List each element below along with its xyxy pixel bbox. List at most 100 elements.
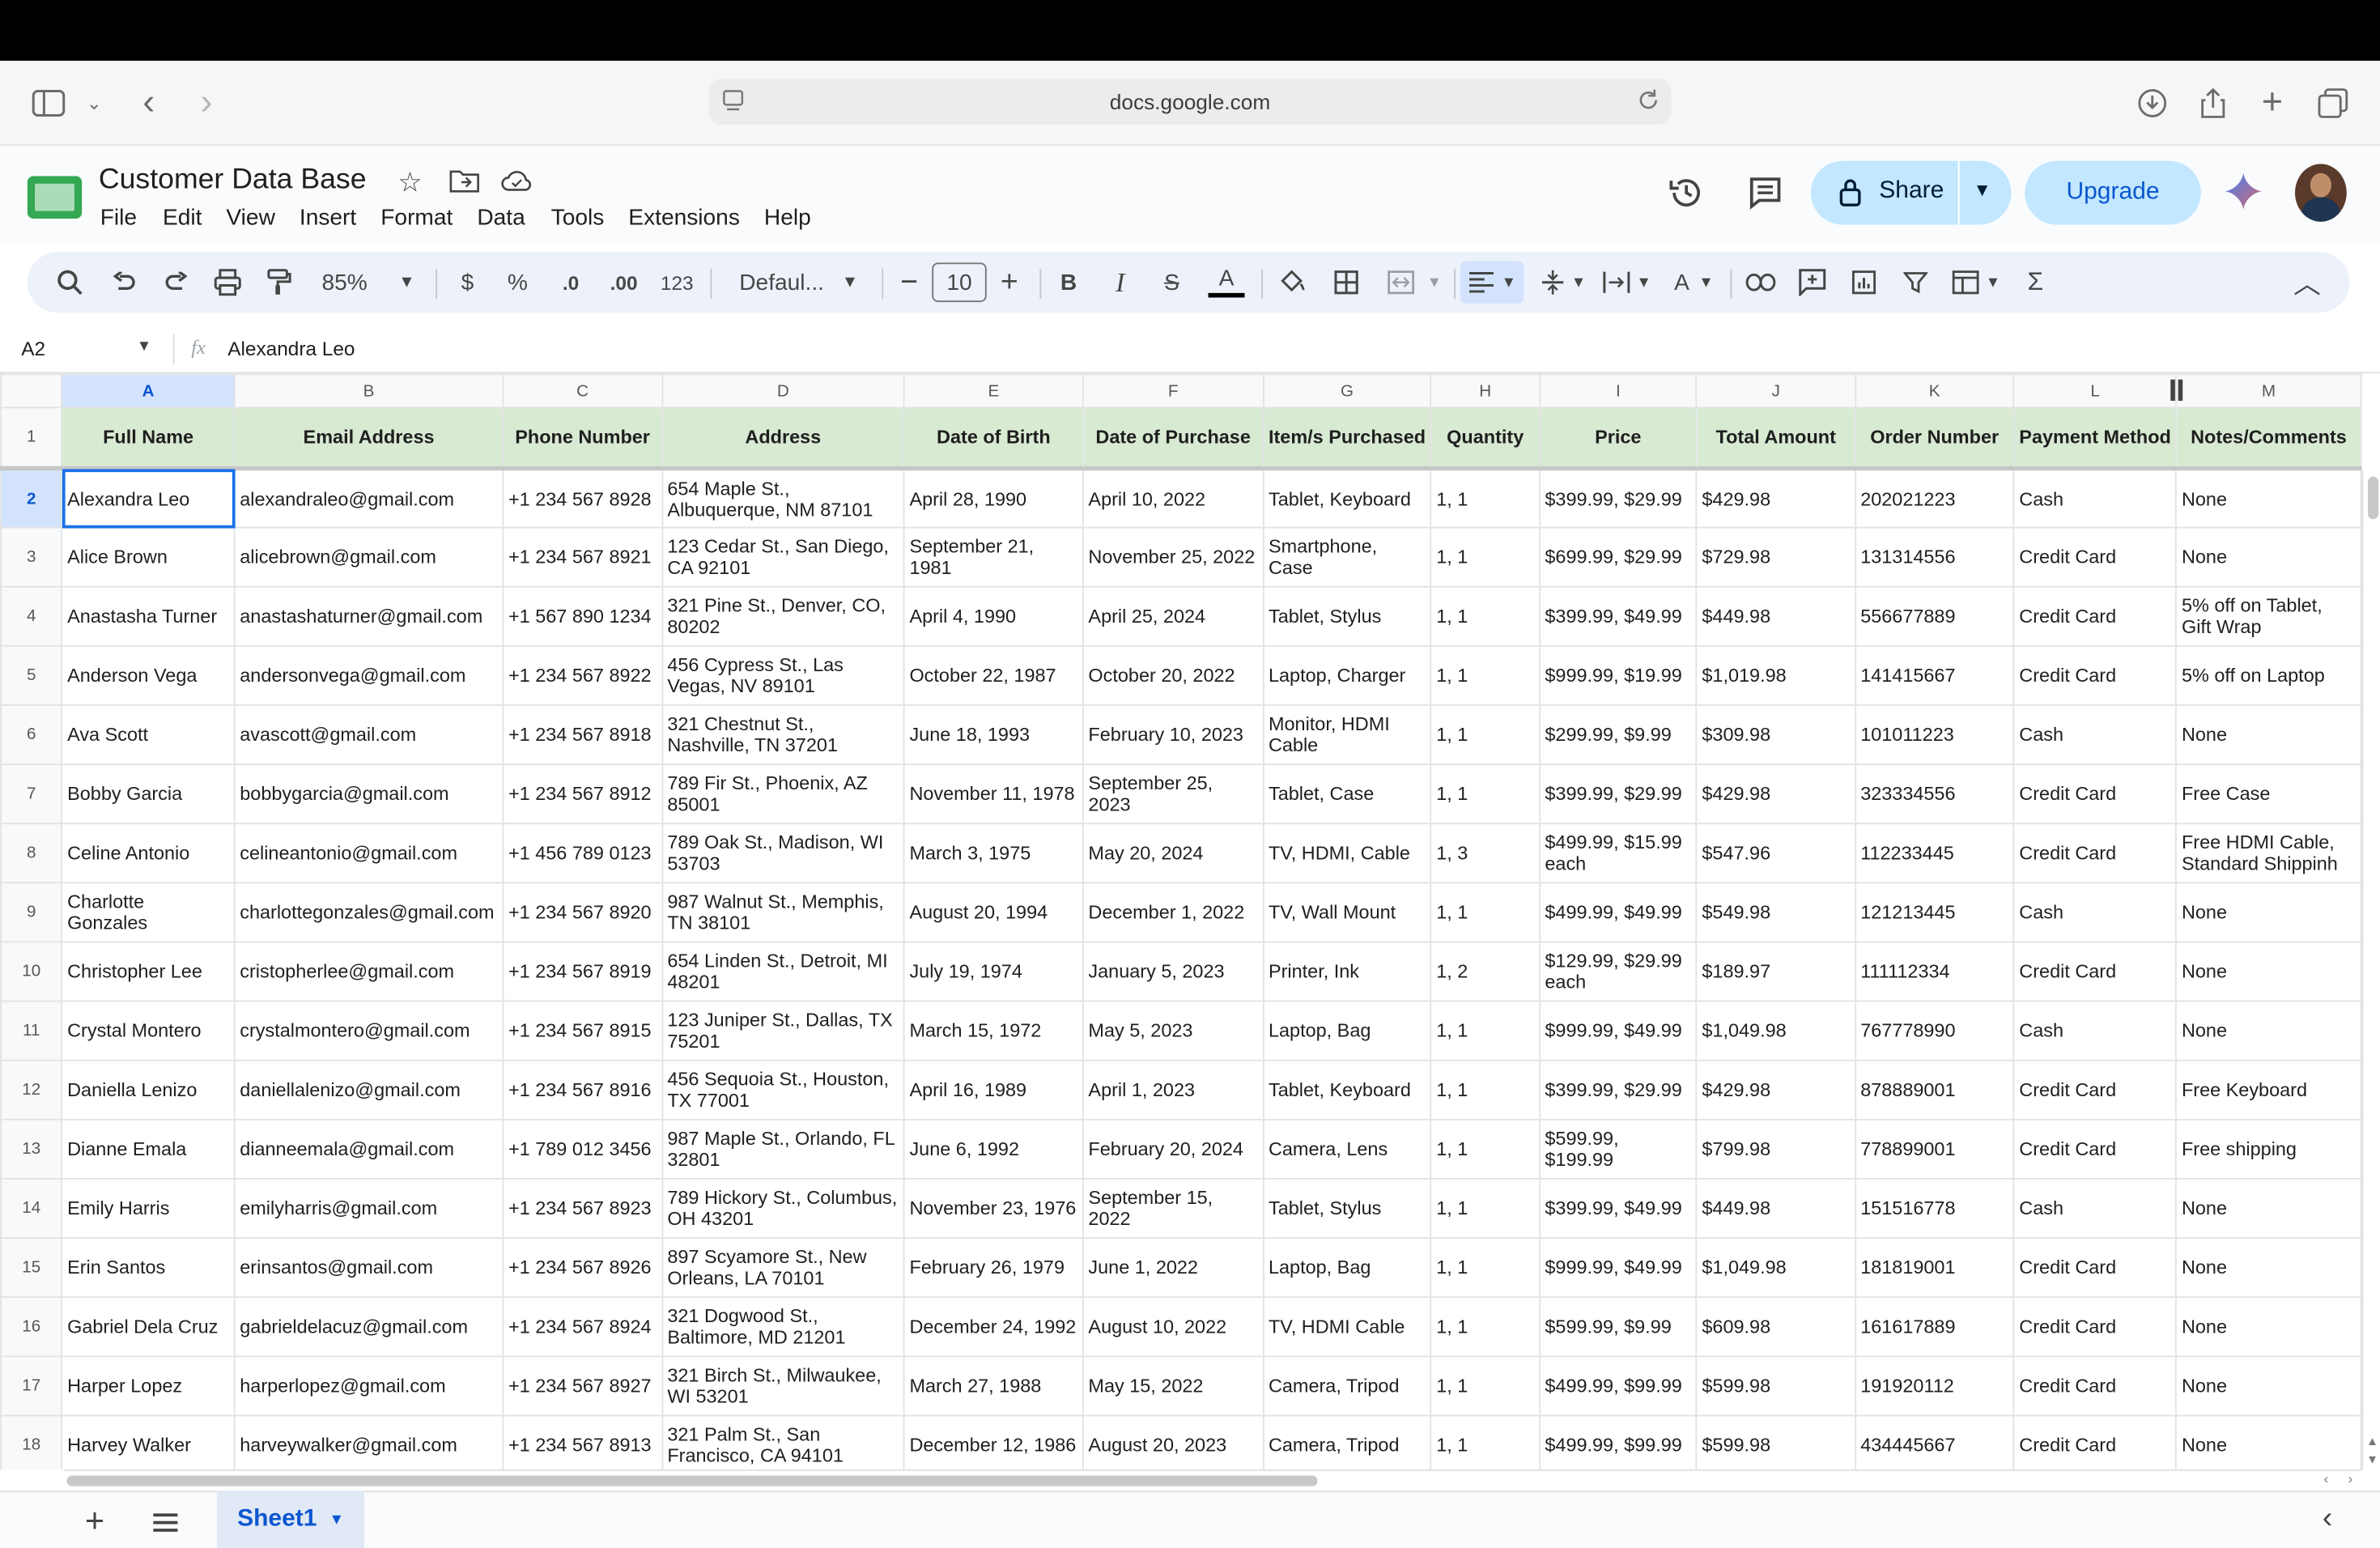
table-cell[interactable]: 1, 2 xyxy=(1430,941,1541,1002)
table-cell[interactable]: 321 Palm St., San Francisco, CA 94101 xyxy=(661,1414,905,1469)
insert-link-icon[interactable] xyxy=(1743,252,1779,313)
decrease-decimal-button[interactable]: .0 xyxy=(553,252,589,313)
chevron-down-icon[interactable]: ⌄ xyxy=(73,82,116,125)
table-cell[interactable]: None xyxy=(2175,882,2362,943)
table-cell[interactable]: 121213445 xyxy=(1854,882,2015,943)
table-cell[interactable]: August 20, 2023 xyxy=(1082,1414,1264,1469)
table-cell[interactable]: $399.99, $29.99 xyxy=(1538,1059,1698,1121)
table-cell[interactable]: 987 Walnut St., Memphis, TN 38101 xyxy=(661,882,905,943)
header-cell[interactable]: Address xyxy=(661,406,905,471)
table-cell[interactable]: Christopher Lee xyxy=(61,941,236,1002)
table-cell[interactable]: Erin Santos xyxy=(61,1237,236,1299)
share-dropdown-icon[interactable]: ▼ xyxy=(1974,179,1991,200)
vertical-scroll-thumb[interactable] xyxy=(2368,476,2379,520)
header-cell[interactable]: Price xyxy=(1538,406,1698,471)
share-button[interactable]: Share ▼ xyxy=(1810,160,2012,225)
decrease-font-size-button[interactable]: − xyxy=(895,252,923,313)
table-cell[interactable]: 1, 1 xyxy=(1430,1118,1541,1180)
currency-format-button[interactable]: $ xyxy=(453,252,483,313)
column-header[interactable]: M xyxy=(2175,373,2362,409)
table-cell[interactable]: Tablet, Stylus xyxy=(1262,585,1432,647)
table-cell[interactable]: harperlopez@gmail.com xyxy=(233,1355,504,1417)
table-cell[interactable]: 321 Chestnut St., Nashville, TN 37201 xyxy=(661,704,905,765)
header-cell[interactable]: Item/s Purchased xyxy=(1262,406,1432,471)
font-family-select[interactable]: Defaul... xyxy=(732,252,832,313)
table-cell[interactable]: $499.99, $99.99 xyxy=(1538,1355,1698,1417)
table-cell[interactable]: 1, 1 xyxy=(1430,882,1541,943)
table-cell[interactable]: $399.99, $29.99 xyxy=(1538,763,1698,825)
column-header[interactable]: D xyxy=(661,373,905,409)
table-cell[interactable]: Bobby Garcia xyxy=(61,763,236,825)
table-cell[interactable]: Credit Card xyxy=(2012,1296,2178,1358)
table-cell[interactable]: Credit Card xyxy=(2012,1059,2178,1121)
table-cell[interactable]: None xyxy=(2175,526,2362,588)
scroll-up-icon[interactable]: ▲ xyxy=(2366,1435,2378,1448)
zoom-value[interactable]: 85% xyxy=(316,252,373,313)
table-cell[interactable]: Free Case xyxy=(2175,763,2362,825)
header-cell[interactable]: Full Name xyxy=(61,406,236,471)
table-cell[interactable]: Dianne Emala xyxy=(61,1118,236,1180)
table-cell[interactable]: $599.98 xyxy=(1695,1355,1856,1417)
table-cell[interactable]: TV, HDMI Cable xyxy=(1262,1296,1432,1358)
table-cell[interactable]: andersonvega@gmail.com xyxy=(233,644,504,706)
table-cell[interactable]: Credit Card xyxy=(2012,1118,2178,1180)
table-cell[interactable]: Alexandra Leo xyxy=(61,467,236,529)
table-cell[interactable]: Gabriel Dela Cruz xyxy=(61,1296,236,1358)
sheet-tab-sheet1[interactable]: Sheet1 ▼ xyxy=(217,1491,364,1548)
table-cell[interactable]: 131314556 xyxy=(1854,526,2015,588)
table-cell[interactable]: 181819001 xyxy=(1854,1237,2015,1299)
menu-help[interactable]: Help xyxy=(764,205,811,231)
header-cell[interactable]: Notes/Comments xyxy=(2175,406,2362,471)
reload-icon[interactable] xyxy=(1634,87,1662,118)
header-cell[interactable]: Payment Method xyxy=(2012,406,2178,471)
row-header[interactable]: 15 xyxy=(0,1237,63,1299)
table-cell[interactable]: June 1, 2022 xyxy=(1082,1237,1264,1299)
percent-format-button[interactable]: % xyxy=(503,252,533,313)
table-cell[interactable]: $299.99, $9.99 xyxy=(1538,704,1698,765)
table-cell[interactable]: 202021223 xyxy=(1854,467,2015,529)
table-cell[interactable]: Free shipping xyxy=(2175,1118,2362,1180)
table-cell[interactable]: Alice Brown xyxy=(61,526,236,588)
table-cell[interactable]: July 19, 1974 xyxy=(903,941,1084,1002)
table-cell[interactable]: Tablet, Case xyxy=(1262,763,1432,825)
user-avatar[interactable] xyxy=(2295,164,2347,222)
table-cell[interactable]: 123 Cedar St., San Diego, CA 92101 xyxy=(661,526,905,588)
table-cell[interactable]: May 20, 2024 xyxy=(1082,823,1264,884)
table-cell[interactable]: Charlotte Gonzales xyxy=(61,882,236,943)
row-header[interactable]: 18 xyxy=(0,1414,63,1469)
formula-input[interactable]: Alexandra Leo xyxy=(227,337,355,359)
column-header[interactable]: F xyxy=(1082,373,1264,409)
horizontal-scroll-thumb[interactable] xyxy=(66,1475,1318,1486)
table-view-icon[interactable]: ▼ xyxy=(1949,252,2004,313)
table-cell[interactable]: celineantonio@gmail.com xyxy=(233,823,504,884)
table-cell[interactable]: 323334556 xyxy=(1854,763,2015,825)
table-cell[interactable]: Cash xyxy=(2012,882,2178,943)
table-cell[interactable]: +1 234 567 8916 xyxy=(502,1059,663,1121)
table-cell[interactable]: April 4, 1990 xyxy=(903,585,1084,647)
table-cell[interactable]: August 10, 2022 xyxy=(1082,1296,1264,1358)
table-cell[interactable]: +1 234 567 8928 xyxy=(502,467,663,529)
table-cell[interactable]: None xyxy=(2175,1237,2362,1299)
table-cell[interactable]: +1 234 567 8924 xyxy=(502,1296,663,1358)
all-sheets-icon[interactable] xyxy=(152,1512,180,1542)
table-cell[interactable]: February 26, 1979 xyxy=(903,1237,1084,1299)
table-cell[interactable]: Printer, Ink xyxy=(1262,941,1432,1002)
cloud-status-icon[interactable] xyxy=(501,168,534,200)
header-cell[interactable]: Total Amount xyxy=(1695,406,1856,471)
redo-icon[interactable] xyxy=(158,252,194,313)
table-cell[interactable]: Laptop, Charger xyxy=(1262,644,1432,706)
table-cell[interactable]: 897 Scyamore St., New Orleans, LA 70101 xyxy=(661,1237,905,1299)
header-cell[interactable]: Date of Birth xyxy=(903,406,1084,471)
table-cell[interactable]: dianneemala@gmail.com xyxy=(233,1118,504,1180)
table-cell[interactable]: 987 Maple St., Orlando, FL 32801 xyxy=(661,1118,905,1180)
upgrade-button[interactable]: Upgrade xyxy=(2025,160,2201,225)
table-cell[interactable]: $1,019.98 xyxy=(1695,644,1856,706)
table-cell[interactable]: Tablet, Keyboard xyxy=(1262,467,1432,529)
table-cell[interactable]: Credit Card xyxy=(2012,585,2178,647)
text-wrapping-icon[interactable]: ▼ xyxy=(1600,252,1655,313)
name-box-dropdown-icon[interactable]: ▼ xyxy=(137,338,152,355)
header-cell[interactable]: Date of Purchase xyxy=(1082,406,1264,471)
table-cell[interactable]: 456 Cypress St., Las Vegas, NV 89101 xyxy=(661,644,905,706)
increase-decimal-button[interactable]: .00 xyxy=(604,252,644,313)
table-cell[interactable]: 1, 1 xyxy=(1430,763,1541,825)
